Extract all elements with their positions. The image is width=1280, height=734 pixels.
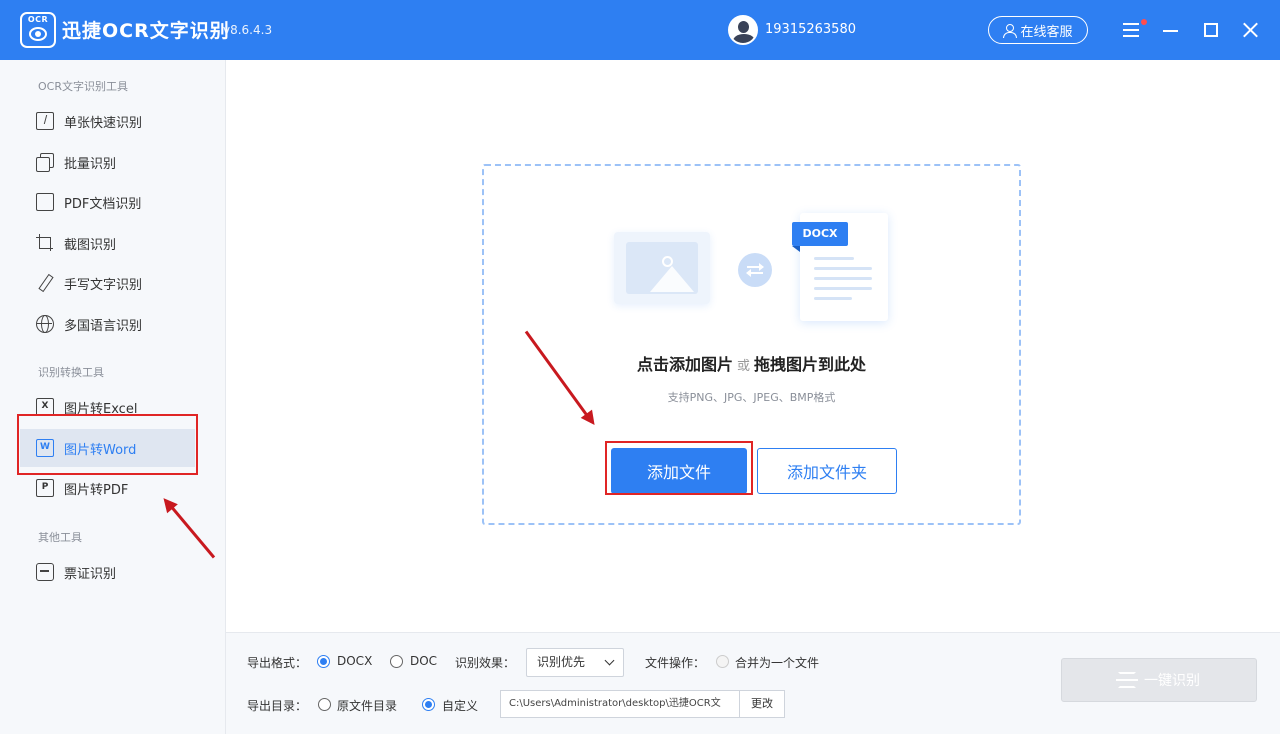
dir-original-radio[interactable] (318, 698, 331, 711)
sidebar-item-image-to-word[interactable]: W 图片转Word (20, 429, 195, 467)
merge-files-label[interactable]: 合并为一个文件 (735, 654, 819, 671)
start-recognition-button[interactable]: 一键识别 (1061, 658, 1257, 702)
sidebar-item-label: 手写文字识别 (64, 277, 143, 293)
pen-icon (36, 274, 54, 292)
scan-icon (1116, 672, 1138, 688)
effect-label: 识别效果： (455, 656, 516, 670)
format-docx-label[interactable]: DOCX (337, 654, 372, 668)
menu-icon[interactable] (1120, 18, 1147, 42)
convert-arrows-icon (738, 253, 772, 287)
sidebar-section-title: 识别转换工具 (38, 366, 104, 379)
export-path-input[interactable]: C:\Users\Administrator\desktop\迅捷OCR文 (500, 690, 740, 718)
format-doc-radio[interactable] (390, 655, 403, 668)
effect-select-value: 识别优先 (537, 655, 586, 669)
app-version: v8.6.4.3 (223, 23, 273, 37)
sidebar-item-multilang[interactable]: 多国语言识别 (20, 305, 195, 343)
sidebar-item-label: 单张快速识别 (64, 115, 143, 131)
sidebar-item-pdf-doc[interactable]: PDF文档识别 (20, 183, 195, 221)
sidebar-item-label: 图片转Word (64, 442, 137, 458)
maximize-icon[interactable] (1200, 18, 1222, 42)
sidebar-item-ticket-scan[interactable]: 票证识别 (20, 553, 195, 591)
add-file-button[interactable]: 添加文件 (611, 448, 747, 494)
supported-formats-hint: 支持PNG、JPG、JPEG、BMP格式 (667, 391, 836, 404)
image-placeholder-icon (614, 232, 710, 304)
sidebar-item-label: 截图识别 (64, 237, 117, 253)
dir-custom-radio[interactable] (422, 698, 435, 711)
start-recognition-label: 一键识别 (1144, 673, 1200, 689)
sidebar-item-quick-scan[interactable]: 单张快速识别 (20, 102, 195, 140)
file-operation-label: 文件操作： (645, 656, 706, 670)
title-bar: OCR 迅捷OCR文字识别 v8.6.4.3 19315263580 在线客服 (0, 0, 1280, 60)
export-dir-label: 导出目录： (247, 699, 308, 713)
sidebar-item-label: 多国语言识别 (64, 318, 143, 334)
online-service-button[interactable]: 在线客服 (988, 16, 1088, 44)
user-phone[interactable]: 19315263580 (765, 22, 856, 37)
word-icon: W (36, 439, 54, 457)
app-name: 迅捷OCR文字识别 (62, 20, 230, 42)
sidebar-item-screenshot[interactable]: 截图识别 (20, 224, 195, 262)
globe-icon (36, 315, 54, 333)
minimize-icon[interactable] (1160, 18, 1182, 42)
quick-scan-icon (36, 112, 54, 130)
close-icon[interactable] (1240, 18, 1262, 42)
drop-zone-title: 点击添加图片或拖拽图片到此处 (636, 355, 867, 374)
sidebar-section-title: OCR文字识别工具 (38, 80, 128, 93)
pdf-icon: P (36, 479, 54, 497)
docx-tag: DOCX (792, 222, 848, 252)
export-format-label: 导出格式： (247, 656, 308, 670)
change-path-button[interactable]: 更改 (739, 690, 785, 718)
user-avatar[interactable] (728, 15, 758, 45)
sidebar-item-label: 图片转Excel (64, 401, 138, 417)
sidebar-section-title: 其他工具 (38, 531, 82, 544)
drop-zone[interactable] (482, 164, 1021, 525)
add-folder-button[interactable]: 添加文件夹 (757, 448, 897, 494)
sidebar-item-label: PDF文档识别 (64, 196, 142, 212)
sidebar-item-handwriting[interactable]: 手写文字识别 (20, 264, 195, 302)
effect-select[interactable]: 识别优先 (526, 648, 624, 677)
sidebar-item-label: 票证识别 (64, 566, 117, 582)
person-icon (1003, 23, 1018, 38)
sidebar-item-label: 图片转PDF (64, 482, 129, 498)
copy-icon (36, 153, 54, 172)
dir-original-label[interactable]: 原文件目录 (337, 697, 397, 714)
sidebar-item-batch[interactable]: 批量识别 (20, 143, 195, 181)
ticket-scan-icon (36, 563, 54, 581)
online-service-label: 在线客服 (1020, 24, 1073, 40)
sidebar-item-label: 批量识别 (64, 156, 117, 172)
notification-dot (1141, 19, 1147, 25)
format-docx-radio[interactable] (317, 655, 330, 668)
pdf-doc-icon (36, 193, 54, 211)
dir-custom-label[interactable]: 自定义 (442, 697, 478, 714)
app-logo-icon: OCR (20, 12, 56, 48)
sidebar-item-image-to-excel[interactable]: X 图片转Excel (20, 388, 195, 426)
crop-icon (36, 234, 54, 252)
merge-files-radio[interactable] (716, 655, 729, 668)
chevron-down-icon (604, 655, 615, 666)
format-doc-label[interactable]: DOC (410, 654, 437, 668)
excel-icon: X (36, 398, 54, 416)
